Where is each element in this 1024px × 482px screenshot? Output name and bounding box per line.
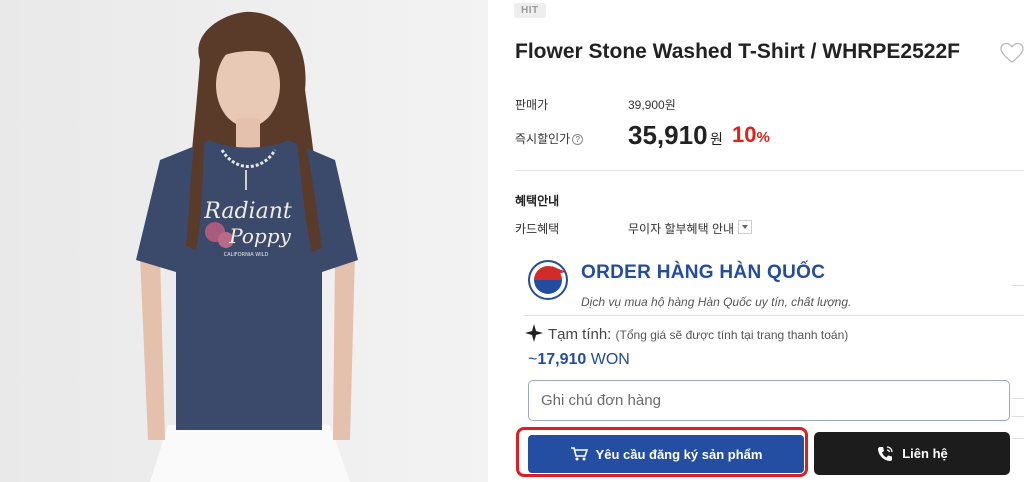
product-info-panel: HIT Flower Stone Washed T-Shirt / WHRPE2…	[488, 0, 1024, 482]
order-divider	[524, 315, 1024, 316]
estimate-note: (Tổng giá sẽ được tính tại trang thanh t…	[615, 328, 849, 342]
list-price-value: 39,900원	[628, 98, 676, 112]
request-product-button[interactable]: Yêu cầu đăng ký sản phẩm	[528, 435, 804, 473]
shirt-print-small: CALIFORNIA WILD	[224, 252, 269, 258]
estimate-prefix: ~	[528, 351, 538, 368]
edge-rule	[1012, 416, 1024, 417]
product-title: Flower Stone Washed T-Shirt / WHRPE2522F	[515, 40, 960, 63]
estimate-currency: WON	[590, 351, 630, 368]
sale-price-label: 즉시할인가?	[515, 130, 584, 147]
heart-icon[interactable]	[1000, 42, 1024, 64]
estimate-amount: 17,910	[537, 351, 587, 368]
discount-value: 10	[732, 122, 757, 147]
section-divider	[515, 170, 1024, 171]
edge-rule	[1012, 285, 1024, 286]
edge-rule	[1012, 398, 1024, 399]
edge-rule	[1012, 438, 1024, 439]
sparkle-icon	[525, 324, 543, 342]
card-benefit-value[interactable]: 무이자 할부혜택 안내	[628, 220, 734, 237]
contact-button[interactable]: Liên hệ	[814, 432, 1010, 475]
logo-icon	[528, 260, 568, 300]
sale-price-currency: 원	[710, 131, 723, 147]
model-illustration: Radiant Poppy CALIFORNIA WILD	[0, 0, 488, 482]
order-service-box: ORDER HÀNG HÀN QUỐC Dịch vụ mua hộ hàng …	[516, 245, 1024, 482]
shirt-print-text: Radiant	[203, 199, 292, 224]
list-price-label: 판매가	[515, 98, 549, 112]
order-note-input[interactable]	[528, 380, 1010, 421]
question-icon[interactable]: ?	[572, 134, 584, 145]
discount-unit: %	[756, 129, 770, 146]
cart-icon	[570, 447, 588, 461]
contact-label: Liên hệ	[902, 446, 948, 461]
request-product-label: Yêu cầu đăng ký sản phẩm	[595, 446, 763, 462]
benefit-title: 혜택안내	[515, 194, 560, 208]
estimate-label: Tạm tính: (Tổng giá sẽ được tính tại tra…	[548, 326, 848, 343]
order-subtitle: Dịch vụ mua hộ hàng Hàn Quốc uy tín, chấ…	[581, 295, 852, 309]
estimate-label-text: Tạm tính:	[548, 326, 612, 343]
discount-rate: 10%	[732, 122, 770, 148]
estimate-value: ~17,910 WON	[528, 351, 630, 369]
product-photo: Radiant Poppy CALIFORNIA WILD	[0, 0, 488, 482]
card-benefit-label: 카드혜택	[515, 222, 560, 236]
hit-badge: HIT	[514, 3, 546, 18]
sale-price-label-text: 즉시할인가	[515, 132, 571, 146]
shirt-print-text-2: Poppy	[228, 224, 291, 248]
order-title: ORDER HÀNG HÀN QUỐC	[581, 262, 826, 283]
sale-price-value: 35,910	[628, 120, 708, 150]
phone-icon	[878, 445, 893, 461]
dropdown-icon[interactable]	[738, 220, 752, 234]
